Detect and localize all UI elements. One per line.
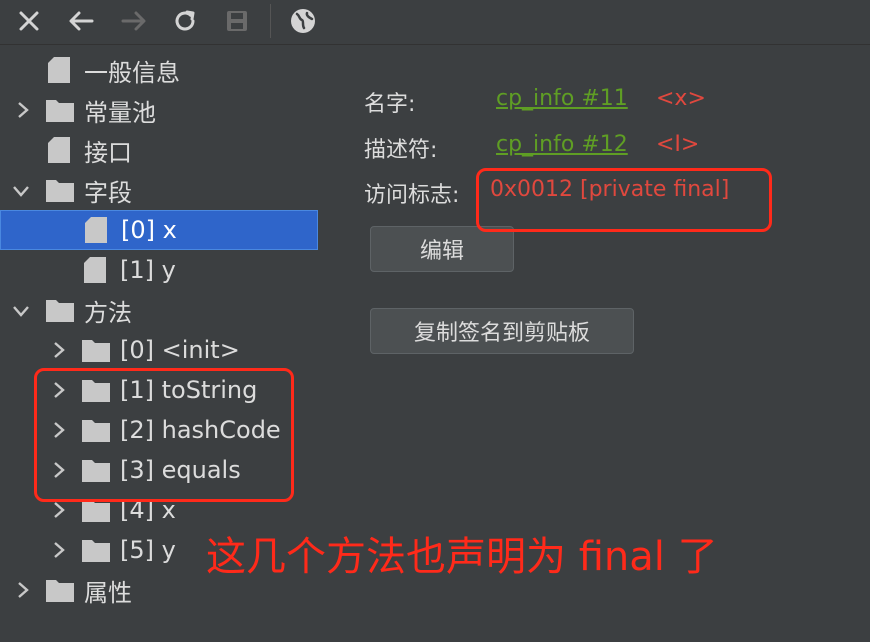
tree-item-interfaces[interactable]: 接口 [0, 130, 340, 170]
back-arrow-icon[interactable] [66, 6, 96, 36]
tree-item-general-info[interactable]: 一般信息 [0, 50, 340, 90]
tree-item-label: 常量池 [84, 98, 156, 127]
chevron-right-icon[interactable] [50, 501, 68, 519]
tree-item-label: 接口 [84, 138, 132, 167]
folder-icon [46, 98, 74, 124]
name-value: <x> [656, 86, 706, 111]
folder-icon [46, 298, 74, 324]
tree-item-fields[interactable]: 字段 [0, 170, 340, 210]
folder-icon [46, 178, 74, 204]
access-flags-label: 访问标志: [364, 183, 460, 208]
tree-item-label: [5] y [120, 536, 176, 564]
chevron-down-icon[interactable] [12, 302, 30, 320]
tree-item-constant-pool[interactable]: 常量池 [0, 90, 340, 130]
descriptor-label: 描述符: [364, 138, 438, 163]
folder-icon [82, 538, 110, 564]
access-flags-highlight-box [476, 168, 772, 232]
descriptor-cp-link[interactable]: cp_info #12 [496, 132, 628, 157]
chevron-right-icon[interactable] [14, 581, 32, 599]
tree-item-label: 字段 [84, 178, 132, 207]
tree-item-label: [1] y [120, 256, 176, 284]
tree-item-label: 属性 [84, 578, 132, 607]
annotation-text: 这几个方法也声明为 final 了 [206, 534, 718, 580]
chevron-right-icon[interactable] [50, 541, 68, 559]
descriptor-value: <I> [656, 132, 700, 157]
toolbar-separator [270, 4, 271, 38]
file-icon [84, 257, 110, 283]
chevron-right-icon[interactable] [14, 101, 32, 119]
edit-button[interactable]: 编辑 [370, 226, 514, 272]
copy-signature-button[interactable]: 复制签名到剪贴板 [370, 308, 634, 354]
methods-highlight-box [34, 368, 294, 502]
tree-item-field-1[interactable]: [1] y [0, 250, 340, 290]
globe-icon[interactable] [288, 6, 318, 36]
folder-icon [82, 338, 110, 364]
tree-item-label: [0] x [121, 216, 177, 244]
save-icon[interactable] [222, 6, 252, 36]
name-cp-link[interactable]: cp_info #11 [496, 86, 628, 111]
refresh-icon[interactable] [170, 6, 200, 36]
file-icon [85, 217, 111, 243]
close-icon[interactable] [14, 6, 44, 36]
chevron-right-icon[interactable] [50, 341, 68, 359]
file-icon [48, 137, 74, 163]
tree-item-label: 一般信息 [84, 58, 180, 87]
toolbar [0, 0, 870, 45]
name-label: 名字: [364, 92, 416, 117]
tree-item-label: [0] <init> [120, 336, 240, 364]
forward-arrow-icon[interactable] [119, 6, 149, 36]
tree-item-method-0[interactable]: [0] <init> [0, 330, 340, 370]
file-icon [48, 57, 74, 83]
folder-icon [46, 578, 74, 604]
tree-item-methods[interactable]: 方法 [0, 290, 340, 330]
tree-item-field-0[interactable]: [0] x [0, 210, 318, 250]
chevron-down-icon[interactable] [12, 182, 30, 200]
tree-item-label: 方法 [84, 298, 132, 327]
